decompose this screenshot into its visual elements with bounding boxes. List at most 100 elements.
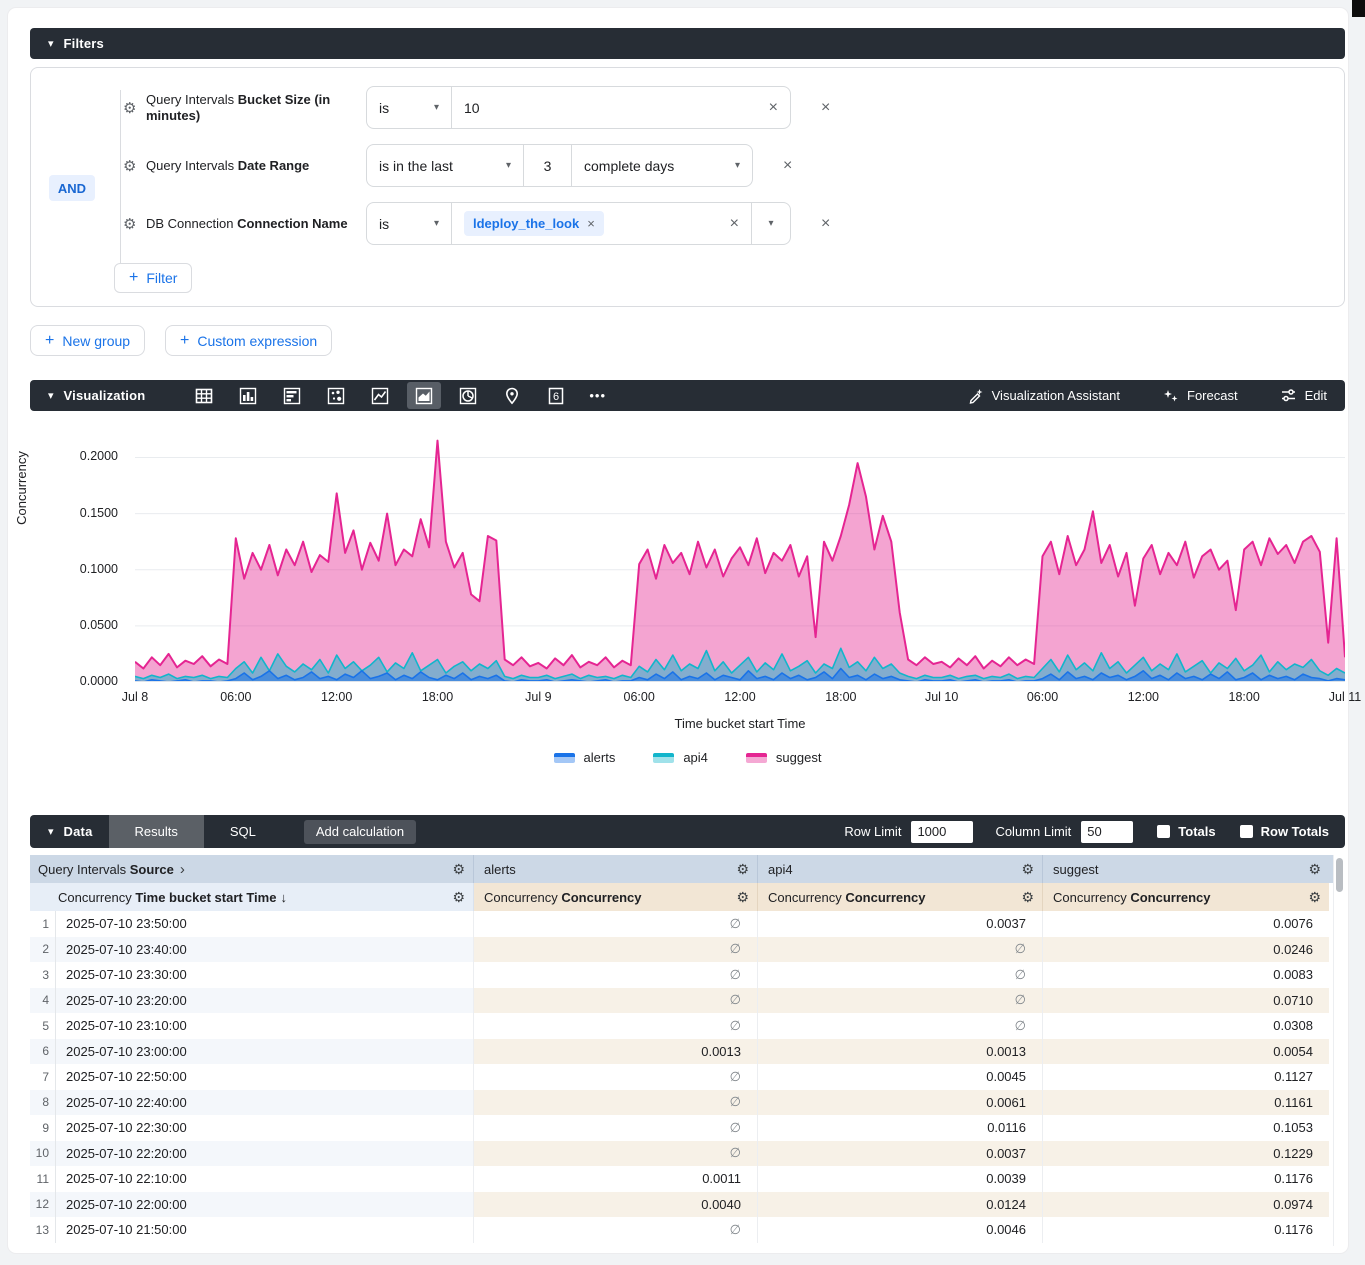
measure-group-header-alerts[interactable]: alerts ⚙ xyxy=(474,855,758,883)
single-value-icon[interactable]: 6 xyxy=(539,382,573,409)
value-cell-alerts[interactable]: ∅ xyxy=(474,911,758,937)
gear-icon[interactable]: ⚙ xyxy=(1021,861,1034,878)
filter-value-input[interactable]: 10 × xyxy=(452,87,790,128)
value-cell-api4[interactable]: ∅ xyxy=(758,937,1043,963)
value-cell-suggest[interactable]: 0.0974 xyxy=(1043,1192,1329,1218)
value-cell-alerts[interactable]: ∅ xyxy=(474,1217,758,1243)
value-cell-alerts[interactable]: ∅ xyxy=(474,1064,758,1090)
time-cell[interactable]: 2025-07-10 23:20:00 xyxy=(56,988,474,1014)
clear-value-icon[interactable]: × xyxy=(759,99,778,117)
area-chart-icon[interactable] xyxy=(407,382,441,409)
value-cell-suggest[interactable]: 0.0083 xyxy=(1043,962,1329,988)
line-chart-icon[interactable] xyxy=(363,382,397,409)
dimension-group-header[interactable]: Query Intervals Source › ⚙ xyxy=(30,855,474,883)
collapse-caret-icon[interactable]: ▾ xyxy=(48,825,54,838)
gear-icon[interactable]: ⚙ xyxy=(452,889,465,906)
column-limit-input[interactable] xyxy=(1081,821,1133,843)
filters-section-header[interactable]: ▾ Filters xyxy=(30,28,1345,59)
filter-suggestions-dropdown[interactable]: ▾ xyxy=(752,203,790,244)
value-cell-api4[interactable]: 0.0037 xyxy=(758,1141,1043,1167)
value-cell-suggest[interactable]: 0.1127 xyxy=(1043,1064,1329,1090)
gear-icon[interactable]: ⚙ xyxy=(1308,861,1321,878)
table-scrollbar[interactable] xyxy=(1333,855,1345,1246)
column-chart-icon[interactable] xyxy=(231,382,265,409)
filter-value-multiselect[interactable]: ldeploy_the_look× × xyxy=(452,203,752,244)
time-cell[interactable]: 2025-07-10 23:30:00 xyxy=(56,962,474,988)
scrollbar-thumb[interactable] xyxy=(1336,858,1343,892)
filter-unit-select[interactable]: complete days▾ xyxy=(572,145,752,186)
value-cell-suggest[interactable]: 0.1053 xyxy=(1043,1115,1329,1141)
gear-icon[interactable]: ⚙ xyxy=(123,157,136,175)
value-cell-api4[interactable]: 0.0124 xyxy=(758,1192,1043,1218)
tab-results[interactable]: Results xyxy=(109,815,204,848)
time-cell[interactable]: 2025-07-10 23:10:00 xyxy=(56,1013,474,1039)
value-cell-alerts[interactable]: 0.0040 xyxy=(474,1192,758,1218)
gear-icon[interactable]: ⚙ xyxy=(452,861,465,878)
remove-filter-icon[interactable]: × xyxy=(783,157,792,175)
value-cell-api4[interactable]: 0.0116 xyxy=(758,1115,1043,1141)
time-cell[interactable]: 2025-07-10 22:50:00 xyxy=(56,1064,474,1090)
gear-icon[interactable]: ⚙ xyxy=(123,215,136,233)
map-pin-icon[interactable] xyxy=(495,382,529,409)
time-cell[interactable]: 2025-07-10 23:00:00 xyxy=(56,1039,474,1065)
table-chart-icon[interactable] xyxy=(187,382,221,409)
remove-filter-icon[interactable]: × xyxy=(821,99,830,117)
time-cell[interactable]: 2025-07-10 23:50:00 xyxy=(56,911,474,937)
scatter-chart-icon[interactable] xyxy=(319,382,353,409)
area-chart-plot[interactable] xyxy=(135,435,1345,682)
value-cell-api4[interactable]: 0.0045 xyxy=(758,1064,1043,1090)
filter-operator-select[interactable]: is▾ xyxy=(367,87,452,128)
time-cell[interactable]: 2025-07-10 22:00:00 xyxy=(56,1192,474,1218)
filter-number-input[interactable]: 3 xyxy=(524,145,572,186)
value-cell-alerts[interactable]: ∅ xyxy=(474,962,758,988)
row-totals-checkbox[interactable] xyxy=(1240,825,1253,838)
concurrency-column-header[interactable]: Concurrency Concurrency ⚙ xyxy=(758,883,1043,911)
value-cell-api4[interactable]: 0.0039 xyxy=(758,1166,1043,1192)
gear-icon[interactable]: ⚙ xyxy=(736,889,749,906)
time-cell[interactable]: 2025-07-10 22:10:00 xyxy=(56,1166,474,1192)
new-group-button[interactable]: + New group xyxy=(30,325,145,356)
time-cell[interactable]: 2025-07-10 22:40:00 xyxy=(56,1090,474,1116)
remove-filter-icon[interactable]: × xyxy=(821,215,830,233)
filter-operator-select[interactable]: is▾ xyxy=(367,203,452,244)
collapse-caret-icon[interactable]: ▾ xyxy=(48,389,54,402)
value-cell-api4[interactable]: ∅ xyxy=(758,988,1043,1014)
value-cell-alerts[interactable]: 0.0013 xyxy=(474,1039,758,1065)
value-cell-suggest[interactable]: 0.1161 xyxy=(1043,1090,1329,1116)
concurrency-column-header[interactable]: Concurrency Concurrency ⚙ xyxy=(474,883,758,911)
legend-item-suggest[interactable]: suggest xyxy=(746,750,822,765)
value-cell-suggest[interactable]: 0.0076 xyxy=(1043,911,1329,937)
time-cell[interactable]: 2025-07-10 21:50:00 xyxy=(56,1217,474,1243)
forecast-button[interactable]: Forecast xyxy=(1162,387,1238,404)
collapse-caret-icon[interactable]: ▾ xyxy=(48,37,54,50)
value-cell-api4[interactable]: 0.0061 xyxy=(758,1090,1043,1116)
filter-value-chip[interactable]: ldeploy_the_look× xyxy=(464,211,604,236)
gear-icon[interactable]: ⚙ xyxy=(1021,889,1034,906)
sort-desc-icon[interactable]: ↓ xyxy=(280,890,287,905)
value-cell-alerts[interactable]: 0.0011 xyxy=(474,1166,758,1192)
custom-expression-button[interactable]: + Custom expression xyxy=(165,325,332,356)
value-cell-api4[interactable]: ∅ xyxy=(758,1013,1043,1039)
value-cell-suggest[interactable]: 0.1176 xyxy=(1043,1166,1329,1192)
legend-item-alerts[interactable]: alerts xyxy=(554,750,616,765)
time-cell[interactable]: 2025-07-10 22:30:00 xyxy=(56,1115,474,1141)
value-cell-alerts[interactable]: ∅ xyxy=(474,1013,758,1039)
value-cell-alerts[interactable]: ∅ xyxy=(474,988,758,1014)
legend-item-api4[interactable]: api4 xyxy=(653,750,708,765)
value-cell-alerts[interactable]: ∅ xyxy=(474,937,758,963)
bar-chart-icon[interactable] xyxy=(275,382,309,409)
edit-visualization-button[interactable]: Edit xyxy=(1280,387,1327,404)
row-limit-input[interactable] xyxy=(911,821,973,843)
gear-icon[interactable]: ⚙ xyxy=(1308,889,1321,906)
gear-icon[interactable]: ⚙ xyxy=(123,99,136,117)
chevron-right-icon[interactable]: › xyxy=(180,861,185,878)
clear-value-icon[interactable]: × xyxy=(720,215,739,233)
concurrency-column-header[interactable]: Concurrency Concurrency ⚙ xyxy=(1043,883,1329,911)
remove-chip-icon[interactable]: × xyxy=(587,216,595,231)
time-column-header[interactable]: Concurrency Time bucket start Time ↓ ⚙ xyxy=(30,883,474,911)
time-cell[interactable]: 2025-07-10 22:20:00 xyxy=(56,1141,474,1167)
value-cell-suggest[interactable]: 0.0710 xyxy=(1043,988,1329,1014)
totals-checkbox[interactable] xyxy=(1157,825,1170,838)
measure-group-header-api4[interactable]: api4 ⚙ xyxy=(758,855,1043,883)
time-cell[interactable]: 2025-07-10 23:40:00 xyxy=(56,937,474,963)
